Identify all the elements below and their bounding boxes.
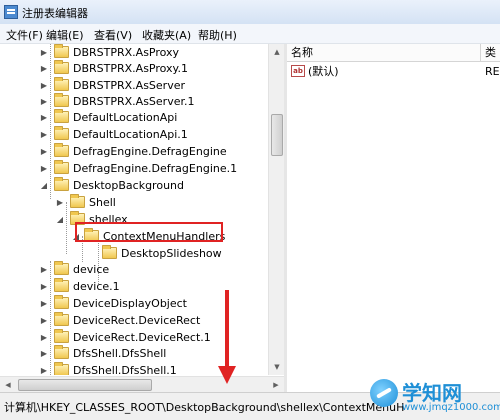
tree-horizontal-scrollbar[interactable]: ◀ ▶ [0, 376, 284, 393]
folder-icon [54, 109, 69, 123]
watermark: 学知网 www.jmqz1000.com [370, 375, 500, 419]
expand-arrow-icon[interactable]: ▶ [56, 194, 64, 211]
expand-arrow-icon[interactable]: ▶ [40, 143, 48, 160]
value-name[interactable]: (默认) [308, 63, 339, 80]
value-type[interactable]: RE [485, 63, 500, 80]
scroll-thumb[interactable] [18, 379, 152, 391]
folder-icon [54, 177, 69, 191]
watermark-logo-icon [370, 379, 398, 407]
tree-item-label: DesktopSlideshow [121, 247, 222, 260]
folder-icon [54, 60, 69, 74]
tree-item-label: DBRSTPRX.AsServer [73, 79, 185, 92]
folder-icon [102, 245, 117, 259]
expand-arrow-icon[interactable]: ▶ [40, 109, 48, 126]
expand-arrow-icon[interactable]: ▶ [40, 261, 48, 278]
expand-arrow-icon[interactable]: ▶ [40, 93, 48, 110]
tree-item-label: DBRSTPRX.AsProxy [73, 46, 180, 59]
scroll-thumb[interactable] [271, 114, 283, 156]
menu-file[interactable]: 文件(F) [6, 27, 43, 43]
expand-arrow-icon[interactable]: ▶ [40, 295, 48, 312]
registry-path: 计算机\HKEY_CLASSES_ROOT\DesktopBackground\… [4, 401, 405, 414]
expand-arrow-icon[interactable]: ▶ [40, 278, 48, 295]
tree-vertical-scrollbar[interactable]: ▲ ▼ [268, 44, 285, 375]
tree-item-label: device.1 [73, 280, 120, 293]
tree-item-label: DeviceRect.DeviceRect.1 [73, 331, 211, 344]
menu-help[interactable]: 帮助(H) [198, 27, 237, 43]
tree-item-label: DefaultLocationApi.1 [73, 128, 188, 141]
scroll-down-arrow-icon[interactable]: ▼ [269, 359, 285, 375]
arrow-head-icon [218, 366, 236, 384]
folder-icon [54, 93, 69, 107]
window-title: 注册表编辑器 [22, 7, 88, 20]
folder-icon [70, 194, 85, 208]
menu-favorites[interactable]: 收藏夹(A) [142, 27, 191, 43]
tree-guide-line [50, 261, 51, 375]
expand-arrow-icon[interactable]: ▶ [40, 60, 48, 77]
tree-item-label: DefragEngine.DefragEngine.1 [73, 162, 238, 175]
column-header-type[interactable]: 类 [481, 44, 500, 62]
tree-item-label: DesktopBackground [73, 179, 184, 192]
folder-icon [54, 261, 69, 275]
folder-icon [54, 312, 69, 326]
folder-icon [54, 362, 69, 375]
tree-guide-line [50, 44, 51, 199]
scroll-right-arrow-icon[interactable]: ▶ [268, 377, 284, 393]
folder-icon [54, 77, 69, 91]
scroll-up-arrow-icon[interactable]: ▲ [269, 44, 285, 60]
tree-item-label: DfsShell.DfsShell [73, 347, 167, 360]
tree-item-label: DefragEngine.DefragEngine [73, 145, 227, 158]
tree-item-label: DeviceRect.DeviceRect [73, 314, 201, 327]
arrow-annotation [225, 290, 229, 368]
expand-arrow-icon[interactable]: ▶ [40, 329, 48, 346]
folder-icon [54, 295, 69, 309]
tree-item-label: device [73, 263, 110, 276]
watermark-url: www.jmqz1000.com [402, 402, 500, 413]
menu-view[interactable]: 查看(V) [94, 27, 132, 43]
values-pane: 名称 类 ab (默认) RE [287, 44, 500, 392]
tree-item-label: Shell [89, 196, 116, 209]
menu-edit[interactable]: 编辑(E) [46, 27, 84, 43]
expand-arrow-icon[interactable]: ▶ [40, 312, 48, 329]
expand-arrow-icon[interactable]: ▶ [40, 77, 48, 94]
collapse-arrow-icon[interactable]: ◢ [56, 211, 64, 228]
folder-icon [54, 345, 69, 359]
folder-icon [54, 44, 69, 58]
folder-icon [54, 126, 69, 140]
menu-bar: 文件(F) 编辑(E) 查看(V) 收藏夹(A) 帮助(H) [0, 24, 500, 44]
folder-icon [54, 278, 69, 292]
column-header-name[interactable]: 名称 [287, 44, 481, 62]
expand-arrow-icon[interactable]: ▶ [40, 44, 48, 61]
folder-icon [54, 143, 69, 157]
folder-icon [54, 329, 69, 343]
string-value-icon: ab [291, 65, 305, 77]
folder-icon [54, 160, 69, 174]
tree-item-label: DefaultLocationApi [73, 111, 178, 124]
scroll-left-arrow-icon[interactable]: ◀ [0, 377, 16, 393]
tree-item-label: DBRSTPRX.AsServer.1 [73, 95, 195, 108]
expand-arrow-icon[interactable]: ▶ [40, 362, 48, 375]
tree-item-label: DfsShell.DfsShell.1 [73, 364, 177, 375]
registry-editor-icon [4, 5, 18, 19]
highlight-annotation [75, 222, 223, 242]
expand-arrow-icon[interactable]: ▶ [40, 345, 48, 362]
title-bar: 注册表编辑器 [0, 0, 500, 24]
expand-arrow-icon[interactable]: ▶ [40, 160, 48, 177]
collapse-arrow-icon[interactable]: ◢ [40, 177, 48, 194]
expand-arrow-icon[interactable]: ▶ [40, 126, 48, 143]
tree-item-label: DBRSTPRX.AsProxy.1 [73, 62, 188, 75]
tree-item-label: DeviceDisplayObject [73, 297, 187, 310]
tree-guide-line [66, 202, 67, 254]
